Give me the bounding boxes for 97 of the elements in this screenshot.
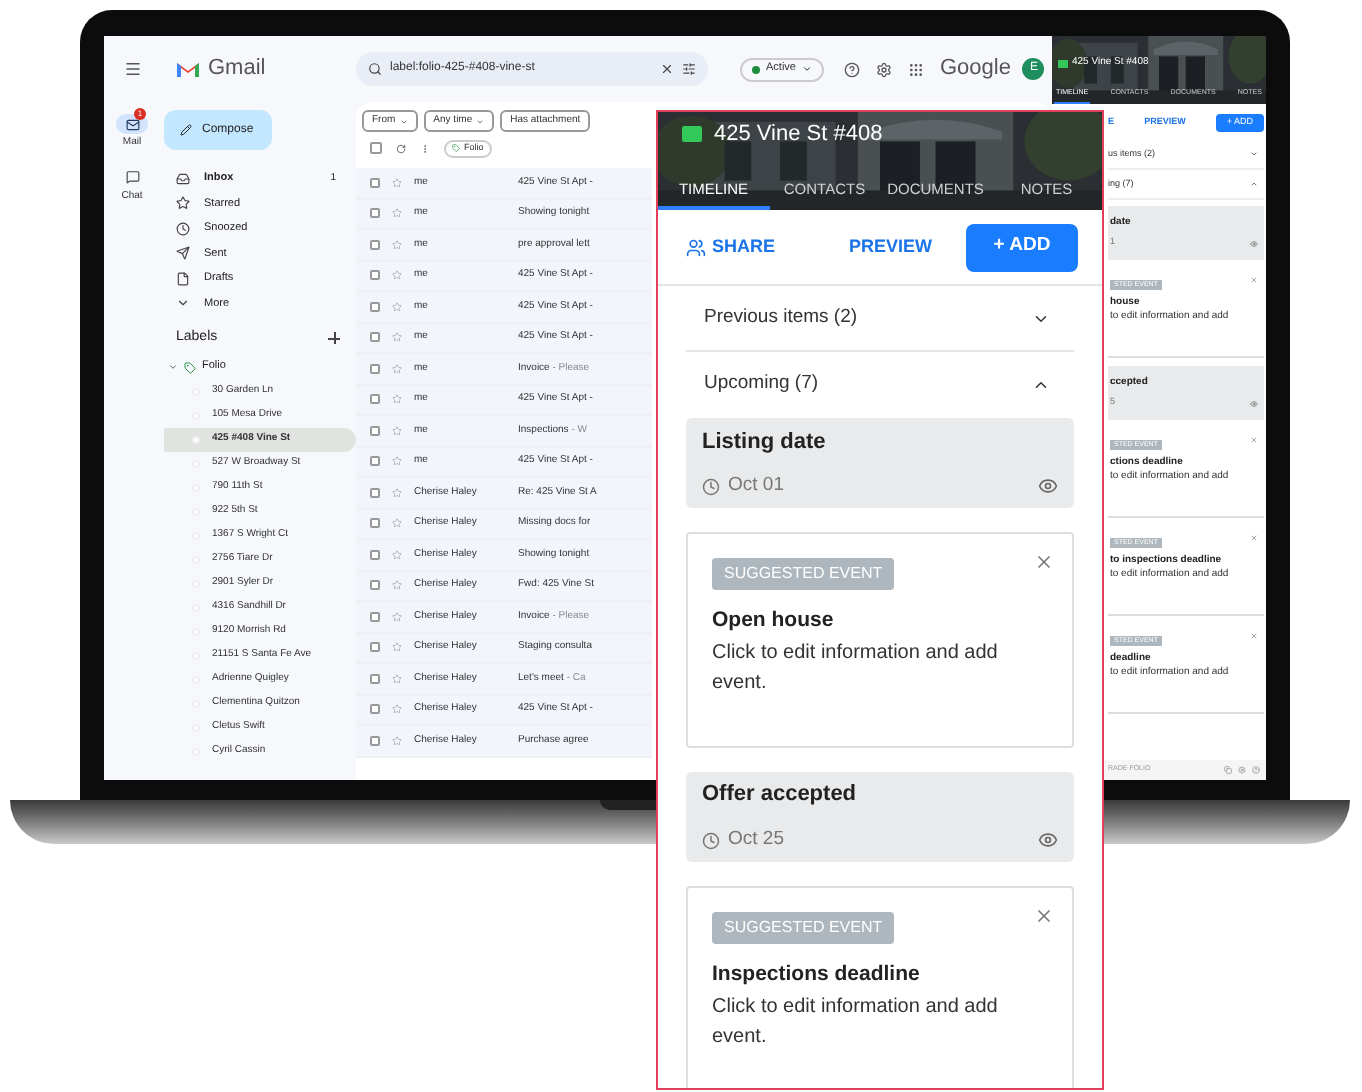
- section-header[interactable]: Previous items (2): [686, 286, 1074, 352]
- close-icon[interactable]: [1034, 905, 1054, 926]
- star-icon[interactable]: [392, 673, 402, 684]
- event-card[interactable]: Listing date Oct 01: [686, 418, 1074, 508]
- share-button[interactable]: SHARE: [686, 233, 776, 261]
- event-card[interactable]: Offer accepted Oct 25: [686, 771, 1074, 862]
- caret-icon: [801, 64, 812, 74]
- folder-icon: [1058, 59, 1068, 68]
- panel-title: 425 Vine St #408: [714, 120, 883, 150]
- folder-icon: [682, 126, 702, 143]
- star-icon[interactable]: [392, 549, 402, 560]
- checkbox[interactable]: [370, 363, 380, 374]
- star-icon[interactable]: [392, 518, 402, 529]
- checkbox[interactable]: [370, 177, 380, 188]
- eye-icon: [1038, 476, 1058, 497]
- search-icon[interactable]: [368, 62, 382, 76]
- add-button[interactable]: + ADD: [966, 223, 1078, 271]
- clear-icon[interactable]: [660, 62, 674, 76]
- eye-icon: [1250, 239, 1258, 247]
- checkbox[interactable]: [370, 425, 380, 436]
- star-icon: [176, 196, 190, 211]
- gmail-wordmark: Gmail: [208, 54, 266, 85]
- event-title: Offer accepted: [702, 780, 859, 811]
- checkbox[interactable]: [370, 301, 380, 312]
- event-date: Oct 01: [728, 472, 784, 501]
- star-icon[interactable]: [392, 425, 402, 436]
- event-title: Inspections deadline: [712, 959, 922, 990]
- eye-icon: [1250, 399, 1258, 407]
- checkbox[interactable]: [370, 735, 380, 746]
- clock-icon: [702, 831, 720, 849]
- suggested-event-tag: SUGGESTED EVENT: [712, 911, 895, 944]
- checkbox[interactable]: [370, 456, 380, 467]
- checkbox[interactable]: [370, 487, 380, 498]
- checkbox[interactable]: [370, 142, 382, 154]
- copy-icon[interactable]: [1224, 766, 1232, 774]
- checkbox[interactable]: [370, 642, 380, 653]
- clock-icon: [702, 477, 720, 496]
- filter-icon[interactable]: [682, 62, 696, 76]
- preview-button[interactable]: PREVIEW: [849, 233, 933, 261]
- checkbox[interactable]: [370, 332, 380, 343]
- event-title: Open house: [712, 606, 836, 636]
- checkbox[interactable]: [370, 239, 380, 250]
- mail-icon: [125, 117, 139, 131]
- star-icon[interactable]: [392, 456, 402, 467]
- gmail-logo-icon: [176, 60, 200, 78]
- star-icon[interactable]: [392, 363, 402, 374]
- settings-icon[interactable]: [875, 61, 892, 77]
- star-icon[interactable]: [392, 611, 402, 622]
- send-icon: [176, 246, 190, 261]
- chevron-down-icon: [176, 296, 190, 311]
- clock-icon: [176, 221, 190, 236]
- event-date: Oct 25: [728, 825, 784, 854]
- checkbox[interactable]: [370, 704, 380, 715]
- help-icon[interactable]: [843, 61, 860, 77]
- google-wordmark: Google: [939, 54, 1011, 85]
- star-icon[interactable]: [392, 735, 402, 746]
- star-icon[interactable]: [392, 208, 402, 219]
- checkbox[interactable]: [370, 394, 380, 405]
- section-header[interactable]: Upcoming (7): [686, 352, 1074, 418]
- apps-icon[interactable]: [907, 61, 924, 77]
- star-icon[interactable]: [392, 177, 402, 188]
- eye-icon: [1038, 830, 1058, 850]
- checkbox[interactable]: [370, 208, 380, 219]
- suggested-event-card[interactable]: SUGGESTED EVENT Open house Click to edit information and add event.: [686, 532, 1074, 748]
- checkbox[interactable]: [370, 270, 380, 281]
- people-icon: [686, 237, 706, 257]
- star-icon[interactable]: [392, 642, 402, 653]
- event-title: Listing date: [702, 427, 828, 458]
- star-icon[interactable]: [392, 704, 402, 715]
- suggested-event-tag: SUGGESTED EVENT: [712, 558, 895, 590]
- close-icon[interactable]: [1034, 552, 1054, 572]
- star-icon[interactable]: [392, 270, 402, 281]
- chat-icon: [125, 170, 139, 184]
- star-icon[interactable]: [392, 239, 402, 250]
- event-description: Click to edit information and add event.: [712, 993, 1000, 1051]
- star-icon[interactable]: [392, 580, 402, 591]
- checkbox[interactable]: [370, 611, 380, 622]
- star-icon[interactable]: [392, 332, 402, 343]
- menu-icon[interactable]: [123, 60, 141, 78]
- inbox-icon: [176, 171, 190, 186]
- star-icon[interactable]: [392, 394, 402, 405]
- tag-icon: [452, 144, 460, 152]
- star-icon[interactable]: [392, 301, 402, 312]
- checkbox[interactable]: [370, 518, 380, 529]
- tag-icon: [184, 361, 196, 373]
- draft-icon: [176, 271, 190, 286]
- checkbox[interactable]: [370, 673, 380, 684]
- checkbox[interactable]: [370, 549, 380, 560]
- refresh-icon[interactable]: [396, 143, 406, 153]
- chevron-down-icon: [168, 362, 178, 372]
- star-icon[interactable]: [392, 487, 402, 498]
- checkbox[interactable]: [370, 580, 380, 591]
- suggested-event-card[interactable]: SUGGESTED EVENT Inspections deadline Click to edit information and add event.: [686, 885, 1074, 1088]
- event-description: Click to edit information and add event.: [712, 639, 1000, 698]
- pencil-icon: [180, 124, 192, 136]
- add-label-icon[interactable]: [328, 332, 340, 345]
- chevron-up-icon: [1032, 376, 1050, 394]
